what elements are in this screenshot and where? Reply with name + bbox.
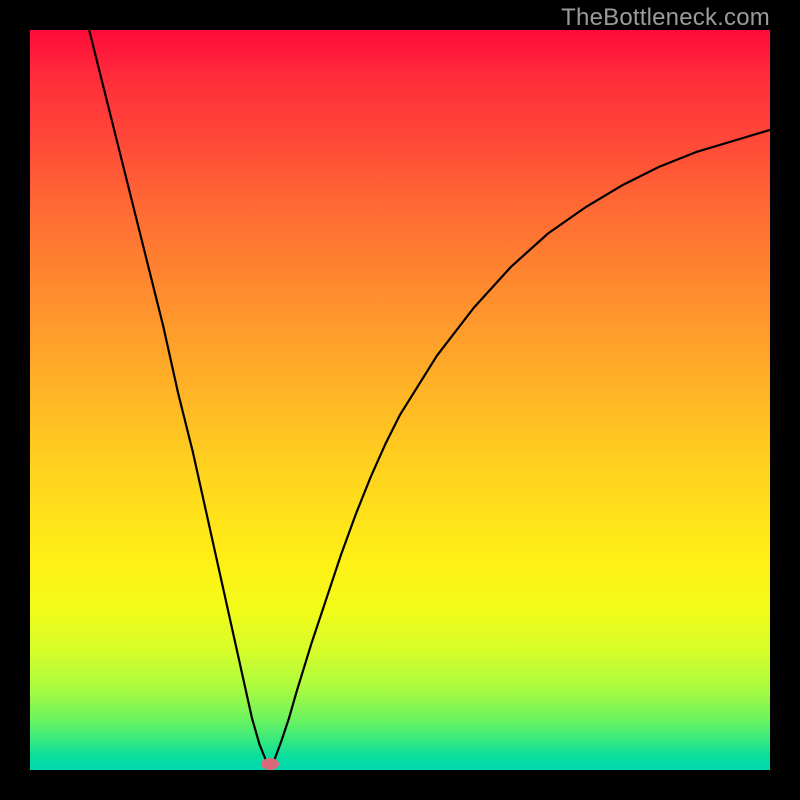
chart-frame: TheBottleneck.com — [0, 0, 800, 800]
curve-svg — [30, 30, 770, 770]
plot-area — [30, 30, 770, 770]
minimum-marker — [261, 758, 279, 770]
watermark-label: TheBottleneck.com — [561, 4, 770, 32]
bottleneck-curve — [89, 30, 770, 770]
